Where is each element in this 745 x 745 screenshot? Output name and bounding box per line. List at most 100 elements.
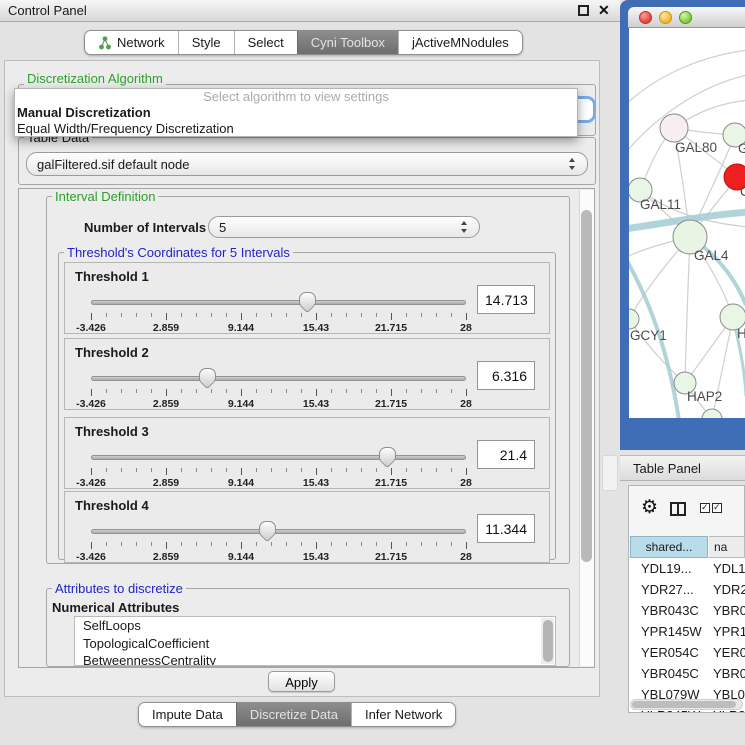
slider-tick xyxy=(106,468,107,472)
threshold-2-value-field[interactable] xyxy=(477,361,535,390)
network-node-bottom[interactable] xyxy=(702,409,722,429)
tab-select[interactable]: Select xyxy=(234,31,297,54)
slider-tick xyxy=(196,468,197,472)
slider-tick xyxy=(406,542,407,546)
dropdown-option-equal-width[interactable]: Equal Width/Frequency Discretization xyxy=(15,121,577,137)
cell-name[interactable]: YDL1 xyxy=(708,558,745,579)
dropdown-option-manual[interactable]: Manual Discretization xyxy=(15,105,577,121)
threshold-3-label: Threshold 3 xyxy=(75,424,149,439)
network-canvas[interactable]: GAL80GACGAL11GAL4GCY1HHAP2 xyxy=(620,0,745,450)
threshold-4-value-field[interactable] xyxy=(477,514,535,543)
cell-shared-name[interactable]: YPR145W xyxy=(629,621,708,642)
scrollbar-thumb[interactable] xyxy=(581,210,592,562)
slider-tick xyxy=(241,468,242,475)
slider-track[interactable] xyxy=(91,300,466,305)
number-of-intervals-combobox[interactable]: 5 xyxy=(208,216,480,238)
slider-tick xyxy=(121,389,122,393)
threshold-2-slider[interactable]: -3.4262.8599.14415.4321.71528 xyxy=(91,367,466,409)
slider-thumb[interactable] xyxy=(199,368,216,380)
tab-style[interactable]: Style xyxy=(178,31,234,54)
checkbox-icon[interactable] xyxy=(700,503,710,513)
apply-button[interactable]: Apply xyxy=(268,671,335,692)
algorithm-group-title: Discretization Algorithm xyxy=(24,72,166,85)
table-row[interactable]: YER054CYER0 xyxy=(629,642,745,663)
cell-shared-name[interactable]: YDR27... xyxy=(629,579,708,600)
column-header-name[interactable]: na xyxy=(709,536,745,558)
attribute-list-item[interactable]: SelfLoops xyxy=(75,617,555,635)
tick-label: 15.43 xyxy=(303,322,329,334)
slider-thumb[interactable] xyxy=(299,292,316,304)
scrollbar-thumb[interactable] xyxy=(632,701,736,708)
columns-icon[interactable] xyxy=(670,502,686,516)
slider-thumb[interactable] xyxy=(379,447,396,459)
slider-tick xyxy=(181,468,182,472)
threshold-panel-4: Threshold 4 -3.4262.8599.14415.4321.7152… xyxy=(64,491,550,563)
traffic-light-zoom-icon[interactable] xyxy=(679,11,692,24)
cell-name[interactable]: YER0 xyxy=(708,642,745,663)
close-icon[interactable]: ✕ xyxy=(598,2,610,19)
threshold-1-value-field[interactable] xyxy=(477,285,535,314)
slider-tick xyxy=(331,468,332,472)
table-row[interactable]: YDL19...YDL1 xyxy=(629,558,745,579)
tab-impute-data[interactable]: Impute Data xyxy=(139,703,236,726)
column-header-shared[interactable]: shared... xyxy=(630,536,708,558)
table-row[interactable]: YPR145WYPR1 xyxy=(629,621,745,642)
cell-shared-name[interactable]: YBR043C xyxy=(629,600,708,621)
checkbox-icon[interactable] xyxy=(712,503,722,513)
tick-label: 9.144 xyxy=(228,477,254,489)
cell-name[interactable]: YBR0 xyxy=(708,600,745,621)
outer-scrollbar-fragment[interactable] xyxy=(602,455,618,491)
slider-track[interactable] xyxy=(91,376,466,381)
network-node-GCY1[interactable] xyxy=(620,309,639,329)
tab-discretize-data[interactable]: Discretize Data xyxy=(236,703,351,726)
threshold-3-slider[interactable]: -3.4262.8599.14415.4321.71528 xyxy=(91,446,466,488)
gear-icon[interactable]: ⚙ xyxy=(641,498,658,517)
threshold-2-label: Threshold 2 xyxy=(75,345,149,360)
attributes-list[interactable]: SelfLoopsTopologicalCoefficientBetweenne… xyxy=(74,616,556,666)
thresholds-group-title: Threshold's Coordinates for 5 Intervals xyxy=(64,246,293,259)
slider-tick xyxy=(331,542,332,546)
traffic-light-close-icon[interactable] xyxy=(639,11,652,24)
table-row[interactable]: YDR27...YDR2 xyxy=(629,579,745,600)
vertical-scrollbar[interactable] xyxy=(579,190,594,666)
float-window-icon[interactable] xyxy=(578,5,589,16)
tab-cyni-toolbox[interactable]: Cyni Toolbox xyxy=(297,31,398,54)
network-window-titlebar[interactable] xyxy=(628,7,745,28)
slider-tick xyxy=(436,389,437,393)
cell-name[interactable]: YDR2 xyxy=(708,579,745,600)
tick-label: 28 xyxy=(460,398,472,410)
slider-tick xyxy=(391,542,392,549)
horizontal-scrollbar[interactable] xyxy=(630,699,743,710)
cell-shared-name[interactable]: YER054C xyxy=(629,642,708,663)
cell-name[interactable]: YBR0 xyxy=(708,663,745,684)
slider-thumb[interactable] xyxy=(259,521,276,533)
cell-shared-name[interactable]: YBR045C xyxy=(629,663,708,684)
table-row[interactable]: YBR043CYBR0 xyxy=(629,600,745,621)
tab-jactivemnodules[interactable]: jActiveMNodules xyxy=(398,31,522,54)
slider-tick xyxy=(301,313,302,317)
table-data-combobox[interactable]: galFiltered.sif default node xyxy=(26,152,588,176)
cell-name[interactable]: YPR1 xyxy=(708,621,745,642)
slider-tick xyxy=(181,389,182,393)
network-node-GAL80[interactable] xyxy=(660,114,688,142)
slider-track[interactable] xyxy=(91,529,466,534)
traffic-light-minimize-icon[interactable] xyxy=(659,11,672,24)
attributes-list-scrollbar[interactable] xyxy=(541,618,554,664)
slider-tick xyxy=(451,389,452,393)
threshold-3-value-field[interactable] xyxy=(477,440,535,469)
slider-track[interactable] xyxy=(91,455,466,460)
attribute-list-item[interactable]: BetweennessCentrality xyxy=(75,652,555,666)
threshold-4-slider[interactable]: -3.4262.8599.14415.4321.71528 xyxy=(91,520,466,562)
tab-infer-network[interactable]: Infer Network xyxy=(351,703,455,726)
slider-tick xyxy=(196,542,197,546)
threshold-1-slider[interactable]: -3.4262.8599.14415.4321.71528 xyxy=(91,291,466,333)
slider-tick xyxy=(241,542,242,549)
slider-tick xyxy=(466,542,467,549)
table-row[interactable]: YBR045CYBR0 xyxy=(629,663,745,684)
slider-tick xyxy=(151,542,152,546)
cell-shared-name[interactable]: YDL19... xyxy=(629,558,708,579)
slider-tick xyxy=(376,468,377,472)
tab-network[interactable]: Network xyxy=(85,31,178,54)
slider-tick xyxy=(391,313,392,320)
attribute-list-item[interactable]: TopologicalCoefficient xyxy=(75,635,555,653)
